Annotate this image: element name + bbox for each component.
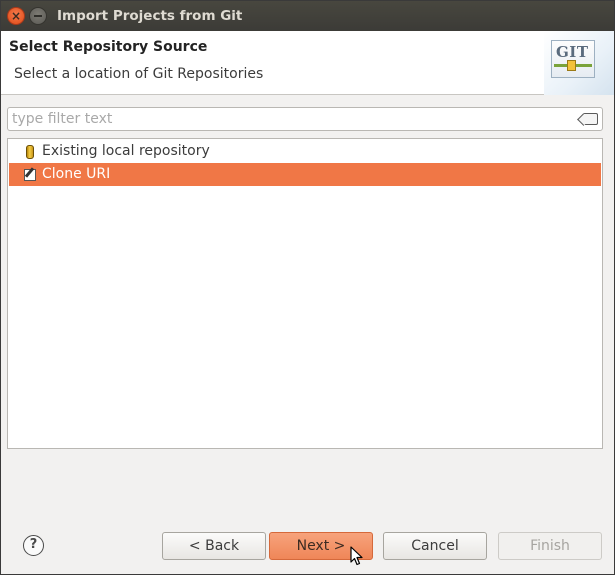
cancel-button[interactable]: Cancel: [383, 532, 487, 560]
git-logo-icon: GIT: [551, 40, 595, 78]
git-logo-text: GIT: [556, 43, 589, 61]
tree-item-clone-uri[interactable]: Clone URI: [9, 163, 601, 186]
title-bar[interactable]: × Import Projects from Git: [1, 1, 614, 31]
git-logo-node: [567, 60, 576, 71]
filter-field[interactable]: [7, 107, 603, 131]
import-dialog: × Import Projects from Git Select Reposi…: [0, 0, 615, 575]
tree-item-label: Existing local repository: [42, 143, 210, 159]
clear-filter-icon[interactable]: [584, 113, 598, 125]
close-window-button[interactable]: ×: [7, 7, 25, 25]
tree-item-label: Clone URI: [42, 166, 111, 182]
minimize-window-button[interactable]: [29, 7, 47, 25]
repository-icon: [24, 145, 36, 159]
window-title: Import Projects from Git: [57, 8, 243, 24]
back-button[interactable]: < Back: [162, 532, 266, 560]
tree-item-existing-local-repository[interactable]: Existing local repository: [9, 140, 601, 163]
git-logo: GIT: [544, 31, 614, 95]
finish-button: Finish: [498, 532, 602, 560]
repository-source-tree[interactable]: Existing local repository Clone URI: [7, 138, 603, 449]
help-button[interactable]: ?: [23, 535, 44, 556]
page-title: Select Repository Source: [9, 39, 208, 55]
filter-input[interactable]: [12, 110, 572, 128]
wizard-header: Select Repository Source Select a locati…: [1, 31, 614, 95]
page-description: Select a location of Git Repositories: [14, 66, 264, 82]
clone-uri-icon: [24, 168, 36, 182]
minimize-icon: [34, 15, 42, 17]
